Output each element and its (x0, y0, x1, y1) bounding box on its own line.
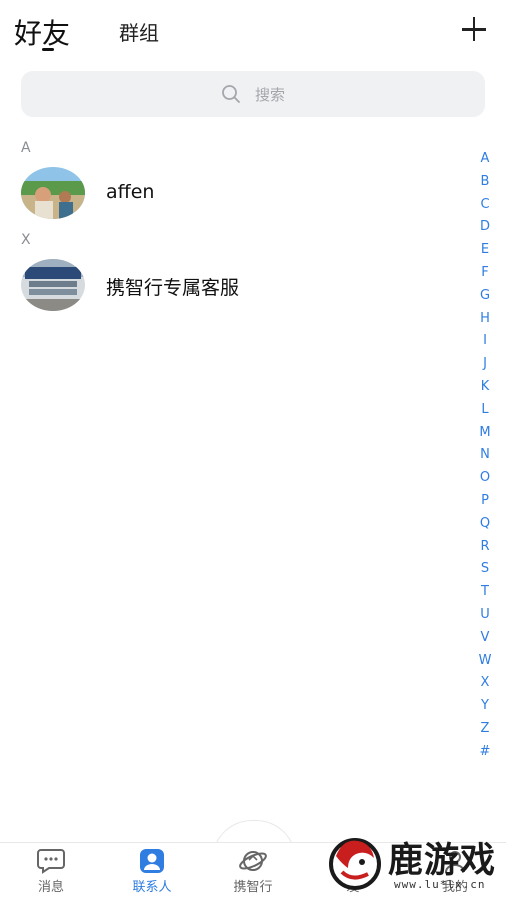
chat-bubble-icon (37, 849, 65, 874)
section-header-a: A (21, 140, 31, 156)
index-letter-e[interactable]: E (474, 239, 496, 262)
nav-messages[interactable]: 消息 (16, 848, 86, 895)
nav-xiezhixing[interactable]: 携智行 (218, 848, 288, 895)
index-letter-w[interactable]: W (474, 650, 496, 673)
section-header-x: X (21, 232, 31, 248)
top-header: 好友 群组 (0, 0, 506, 62)
index-letter-hash[interactable]: # (474, 741, 496, 764)
search-bar[interactable]: 搜索 (21, 71, 485, 117)
tab-groups[interactable]: 群组 (119, 17, 159, 46)
add-button[interactable] (456, 12, 492, 48)
index-letter-a[interactable]: A (474, 148, 496, 171)
index-letter-f[interactable]: F (474, 262, 496, 285)
index-letter-t[interactable]: T (474, 581, 496, 604)
index-letter-u[interactable]: U (474, 604, 496, 627)
planet-icon (239, 851, 267, 871)
nav-messages-label: 消息 (37, 880, 64, 895)
index-letter-h[interactable]: H (474, 308, 496, 331)
index-letter-z[interactable]: Z (474, 718, 496, 741)
index-letter-n[interactable]: N (474, 444, 496, 467)
index-letter-p[interactable]: P (474, 490, 496, 513)
index-letter-d[interactable]: D (474, 216, 496, 239)
index-letter-g[interactable]: G (474, 285, 496, 308)
search-icon (222, 85, 240, 103)
contact-row-customer-service[interactable]: 携智行专属客服 (0, 253, 460, 317)
contacts-person-icon (140, 849, 164, 873)
index-letter-i[interactable]: I (474, 330, 496, 353)
contact-row-affen[interactable]: affen (0, 161, 460, 225)
nav-xiezhixing-label: 携智行 (233, 880, 273, 895)
index-letter-c[interactable]: C (474, 194, 496, 217)
watermark-title: 鹿游戏 (388, 840, 497, 881)
index-letter-k[interactable]: K (474, 376, 496, 399)
watermark-url: www.lu*lx.cn (394, 878, 486, 891)
deer-logo-icon (329, 838, 381, 890)
index-letter-b[interactable]: B (474, 171, 496, 194)
active-tab-indicator (42, 48, 54, 51)
index-letter-y[interactable]: Y (474, 695, 496, 718)
index-letter-j[interactable]: J (474, 353, 496, 376)
index-letter-q[interactable]: Q (474, 513, 496, 536)
nav-contacts[interactable]: 联系人 (117, 848, 187, 895)
index-letter-o[interactable]: O (474, 467, 496, 490)
index-letter-m[interactable]: M (474, 422, 496, 445)
index-letter-r[interactable]: R (474, 536, 496, 559)
contact-name: 携智行专属客服 (106, 277, 240, 299)
avatar (21, 259, 85, 311)
index-letter-x[interactable]: X (474, 672, 496, 695)
index-letter-l[interactable]: L (474, 399, 496, 422)
search-placeholder: 搜索 (254, 85, 285, 104)
alphabet-index-bar[interactable]: A B C D E F G H I J K L M N O P Q R S T U V W X Y Z # (474, 148, 496, 764)
contact-name: affen (106, 181, 155, 203)
tab-friends[interactable]: 好友 (14, 12, 70, 52)
index-letter-v[interactable]: V (474, 627, 496, 650)
tab-friends-label: 好友 (14, 17, 71, 50)
index-letter-s[interactable]: S (474, 558, 496, 581)
avatar (21, 167, 85, 219)
watermark: 鹿游戏 www.lu*lx.cn (322, 826, 506, 896)
nav-contacts-label: 联系人 (132, 880, 172, 895)
